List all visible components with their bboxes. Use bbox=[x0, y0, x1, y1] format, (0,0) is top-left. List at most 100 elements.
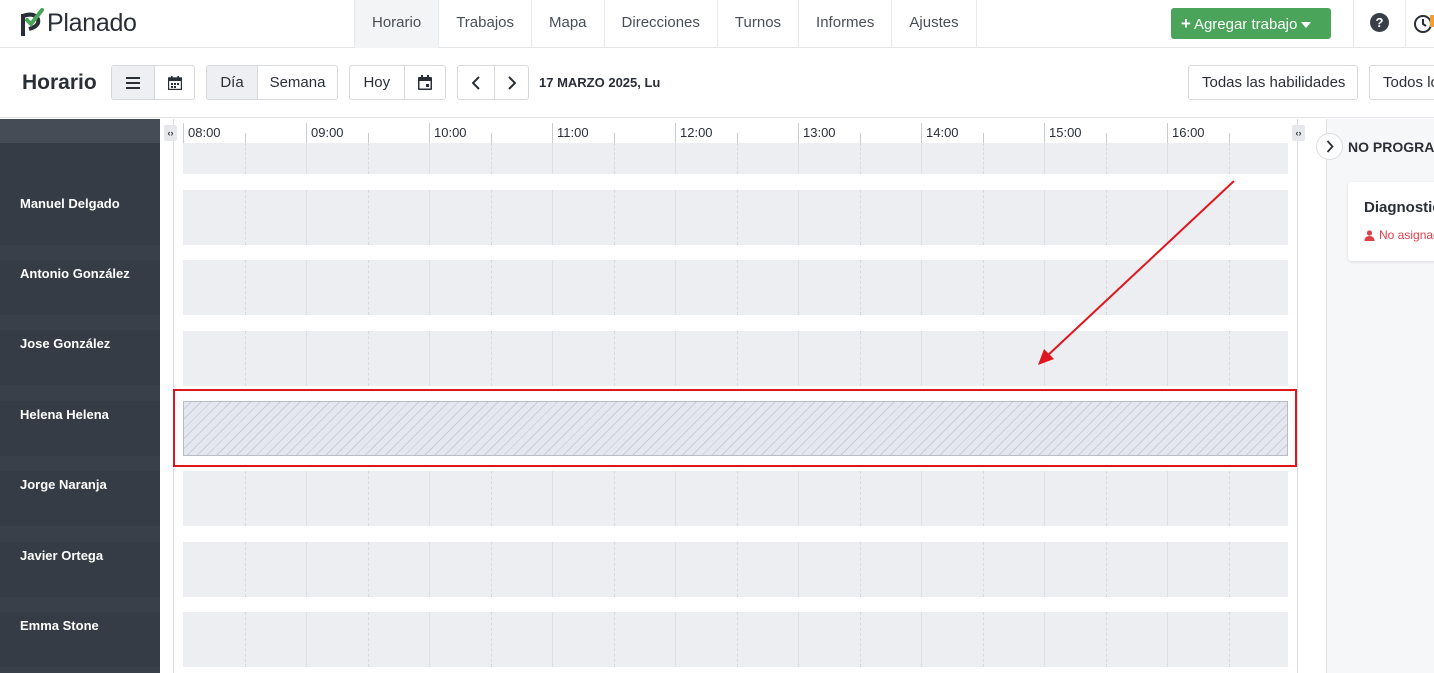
next-day-button[interactable] bbox=[494, 66, 528, 99]
hour-gridline bbox=[429, 331, 430, 386]
skills-filter[interactable]: Todas las habilidades bbox=[1188, 65, 1358, 100]
scroll-right-button[interactable]: ‹› bbox=[1292, 125, 1305, 141]
nav-item-informes[interactable]: Informes bbox=[798, 0, 891, 48]
list-view-button[interactable] bbox=[112, 66, 154, 99]
today-group: Hoy bbox=[349, 65, 446, 100]
half-hour-tick bbox=[613, 133, 615, 143]
collapse-panel-button[interactable] bbox=[1316, 133, 1343, 160]
hour-gridline bbox=[306, 143, 307, 174]
timeline-border-right bbox=[1297, 119, 1298, 673]
hour-gridline bbox=[306, 542, 307, 597]
clock-icon[interactable] bbox=[1412, 13, 1434, 35]
technicians-filter[interactable]: Todos los bbox=[1369, 65, 1434, 100]
half-hour-gridline bbox=[1105, 331, 1107, 386]
hour-gridline bbox=[429, 612, 430, 667]
nav-item-mapa[interactable]: Mapa bbox=[531, 0, 604, 48]
current-date: 17 MARZO 2025, Lu bbox=[539, 75, 661, 90]
schedule-lane[interactable] bbox=[183, 143, 1288, 174]
half-hour-gridline bbox=[244, 471, 246, 526]
calendar-view-button[interactable] bbox=[154, 66, 194, 99]
hour-tick bbox=[552, 123, 553, 143]
unscheduled-job-card[interactable]: Diagnostico No asignado bbox=[1348, 182, 1434, 261]
today-button[interactable]: Hoy bbox=[350, 66, 404, 99]
half-hour-gridline bbox=[367, 260, 369, 315]
hour-label: 12:00 bbox=[680, 125, 713, 140]
nav-item-ajustes[interactable]: Ajustes bbox=[891, 0, 977, 48]
hour-gridline bbox=[306, 471, 307, 526]
sidebar-row-antonio-gonzalez[interactable]: Antonio González bbox=[0, 260, 160, 315]
add-job-button[interactable]: + Agregar trabajo bbox=[1171, 8, 1331, 39]
plus-icon: + bbox=[1181, 14, 1191, 33]
main-nav: Horario Trabajos Mapa Direcciones Turnos… bbox=[354, 0, 977, 48]
schedule-lane-emma-stone[interactable] bbox=[183, 612, 1288, 667]
nav-item-horario[interactable]: Horario bbox=[354, 0, 439, 48]
hour-gridline bbox=[1167, 260, 1168, 315]
schedule-lane-manuel-delgado[interactable] bbox=[183, 190, 1288, 245]
half-hour-gridline bbox=[1105, 612, 1107, 667]
nav-item-turnos[interactable]: Turnos bbox=[716, 0, 798, 48]
day-button[interactable]: Día bbox=[207, 66, 257, 99]
sidebar-row-jose-gonzalez[interactable]: Jose González bbox=[0, 330, 160, 385]
view-mode-toggle bbox=[111, 65, 195, 100]
schedule-lane-javier-ortega[interactable] bbox=[183, 542, 1288, 597]
hour-label: 15:00 bbox=[1049, 125, 1082, 140]
scroll-left-button[interactable]: ‹› bbox=[164, 125, 177, 141]
planado-logo-icon bbox=[21, 8, 44, 36]
schedule-lane-jorge-naranja[interactable] bbox=[183, 471, 1288, 526]
hour-gridline bbox=[1044, 612, 1045, 667]
hour-gridline bbox=[1044, 471, 1045, 526]
sidebar-row-manuel-delgado[interactable]: Manuel Delgado bbox=[0, 190, 160, 245]
half-hour-gridline bbox=[244, 260, 246, 315]
half-hour-gridline bbox=[367, 331, 369, 386]
add-job-label: Agregar trabajo bbox=[1193, 16, 1298, 33]
half-hour-gridline bbox=[490, 143, 492, 174]
half-hour-gridline bbox=[490, 260, 492, 315]
hour-gridline bbox=[306, 331, 307, 386]
nav-item-trabajos[interactable]: Trabajos bbox=[438, 0, 531, 48]
help-icon[interactable]: ? bbox=[1370, 13, 1389, 32]
half-hour-gridline bbox=[736, 143, 738, 174]
hour-label: 10:00 bbox=[434, 125, 467, 140]
hour-gridline bbox=[552, 471, 553, 526]
logo[interactable]: Planado bbox=[20, 8, 137, 38]
half-hour-gridline bbox=[736, 331, 738, 386]
hour-gridline bbox=[798, 190, 799, 245]
person-icon bbox=[1364, 229, 1375, 241]
date-picker-button[interactable] bbox=[403, 66, 445, 99]
half-hour-gridline bbox=[613, 542, 615, 597]
hour-gridline bbox=[1167, 612, 1168, 667]
schedule-toolbar: Horario Día Semana Hoy 17 MARZO 2025, Lu… bbox=[0, 49, 1434, 118]
job-title: Diagnostico bbox=[1364, 199, 1434, 216]
sidebar-row-helena-helena[interactable]: Helena Helena bbox=[0, 401, 160, 456]
hour-gridline bbox=[552, 612, 553, 667]
half-hour-gridline bbox=[859, 542, 861, 597]
week-button[interactable]: Semana bbox=[257, 66, 337, 99]
schedule-lane-antonio-gonzalez[interactable] bbox=[183, 260, 1288, 315]
half-hour-gridline bbox=[982, 190, 984, 245]
half-hour-gridline bbox=[1105, 471, 1107, 526]
hour-gridline bbox=[675, 612, 676, 667]
hour-gridline bbox=[1044, 542, 1045, 597]
half-hour-gridline bbox=[244, 612, 246, 667]
hour-gridline bbox=[1044, 260, 1045, 315]
technician-name: Javier Ortega bbox=[20, 548, 104, 563]
nav-item-direcciones[interactable]: Direcciones bbox=[603, 0, 717, 48]
sidebar-row-emma-stone[interactable]: Emma Stone bbox=[0, 612, 160, 667]
sidebar-row-jorge-naranja[interactable]: Jorge Naranja bbox=[0, 471, 160, 526]
hour-gridline bbox=[1167, 542, 1168, 597]
chevron-right-icon bbox=[507, 75, 516, 90]
half-hour-gridline bbox=[613, 471, 615, 526]
half-hour-gridline bbox=[1228, 612, 1230, 667]
hour-gridline bbox=[1044, 143, 1045, 174]
half-hour-tick bbox=[859, 133, 861, 143]
hour-gridline bbox=[1167, 190, 1168, 245]
prev-day-button[interactable] bbox=[458, 66, 494, 99]
schedule-lane-jose-gonzalez[interactable] bbox=[183, 331, 1288, 386]
hour-gridline bbox=[1167, 143, 1168, 174]
hour-gridline bbox=[921, 612, 922, 667]
technician-name: Jorge Naranja bbox=[20, 477, 107, 492]
half-hour-gridline bbox=[736, 471, 738, 526]
hour-gridline bbox=[306, 612, 307, 667]
sidebar-row-javier-ortega[interactable]: Javier Ortega bbox=[0, 542, 160, 597]
hour-tick bbox=[675, 123, 676, 143]
